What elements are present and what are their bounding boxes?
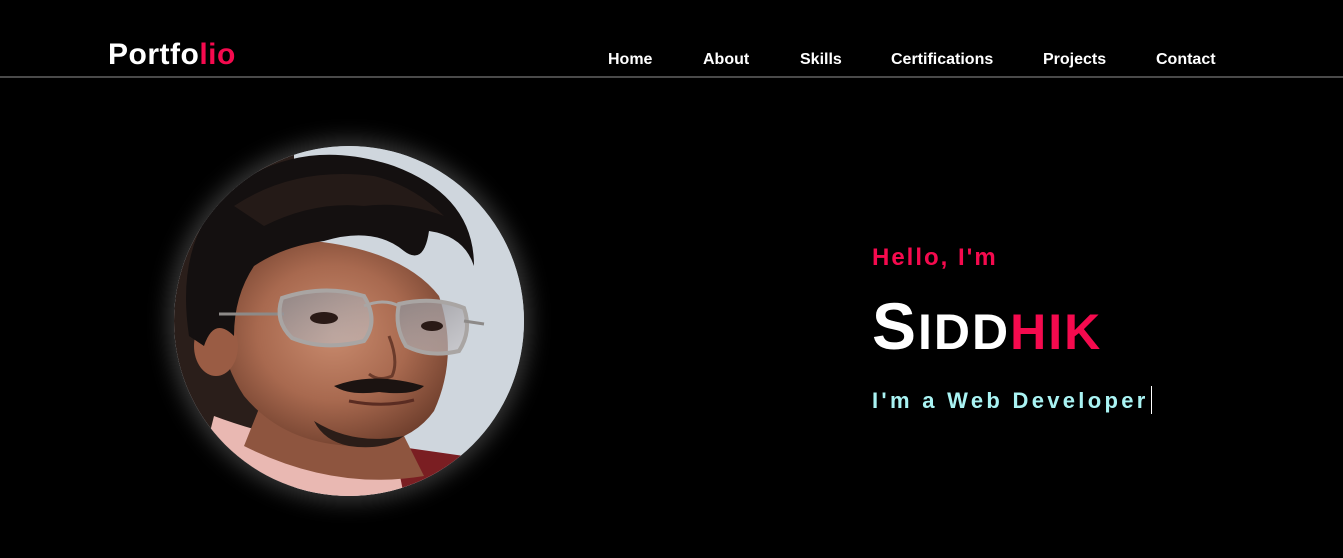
avatar-photo-icon [174, 146, 524, 496]
nav-certifications[interactable]: Certifications [891, 50, 993, 70]
role-typing-line: I'm a Web Developer [872, 386, 1312, 415]
portfolio-page: Portfolio Home About Skills Certificatio… [0, 0, 1343, 558]
nav-about[interactable]: About [703, 50, 749, 70]
navbar: Portfolio Home About Skills Certificatio… [0, 0, 1343, 78]
profile-photo [174, 146, 524, 496]
main-nav: Home About Skills Certifications Project… [0, 50, 1343, 70]
hero-intro: Hello, I'm SIDDHIK I'm a Web Developer [872, 242, 1312, 415]
name-initial: S [872, 289, 919, 363]
nav-contact[interactable]: Contact [1156, 50, 1216, 70]
nav-skills[interactable]: Skills [800, 50, 842, 70]
greeting-text: Hello, I'm [872, 244, 998, 271]
nav-projects[interactable]: Projects [1043, 50, 1106, 70]
typing-cursor-icon [1150, 386, 1153, 414]
name-last: HIK [1010, 304, 1103, 360]
hero-name: SIDDHIK [872, 293, 1312, 368]
nav-home[interactable]: Home [608, 50, 652, 70]
role-text: I'm a Web Developer [872, 388, 1149, 413]
name-first-rest: IDD [918, 304, 1011, 360]
